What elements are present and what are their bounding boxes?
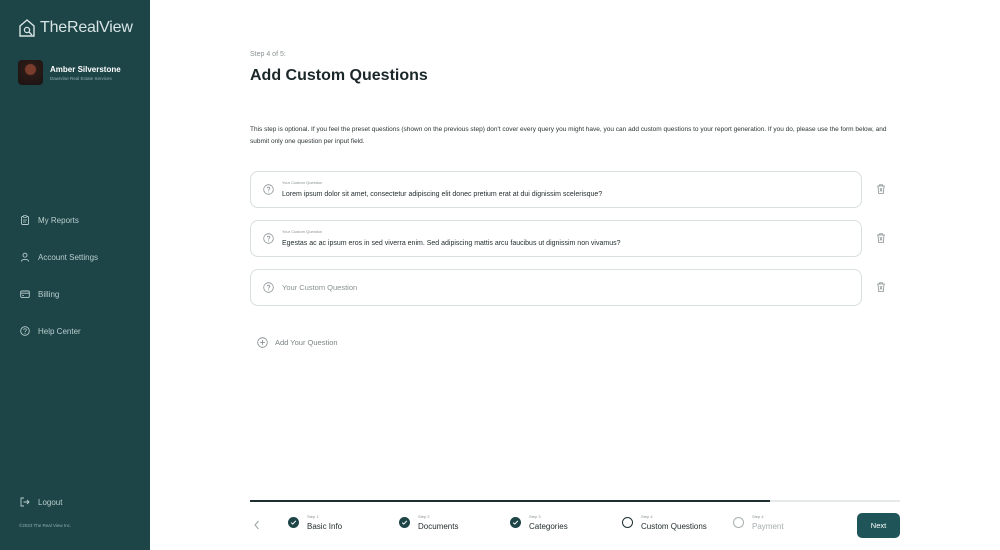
custom-question-row: Your Custom Question Egestas ac ac ipsum… [250, 220, 900, 257]
trash-icon[interactable] [875, 232, 887, 244]
step-name: Documents [418, 522, 459, 531]
logout-label: Logout [38, 497, 63, 507]
step-name: Categories [529, 522, 568, 531]
check-circle-icon [510, 517, 521, 528]
empty-circle-icon [733, 517, 744, 528]
custom-question-row: Your Custom Question [250, 269, 900, 306]
custom-question-row: Your Custom Question Lorem ipsum dolor s… [250, 171, 900, 208]
custom-question-field[interactable]: Your Custom Question Lorem ipsum dolor s… [250, 171, 862, 208]
main-content: Step 4 of 5: Add Custom Questions This s… [250, 0, 900, 550]
trash-icon[interactable] [875, 281, 887, 293]
chevron-left-icon[interactable] [252, 519, 262, 531]
sidebar-item-label: Help Center [38, 326, 81, 336]
step-name: Basic Info [307, 522, 343, 531]
sidebar-item-label: Billing [38, 289, 60, 299]
plus-circle-icon [257, 337, 268, 348]
page-title: Add Custom Questions [250, 67, 428, 84]
custom-question-field[interactable]: Your Custom Question [250, 269, 862, 306]
check-circle-icon [288, 517, 299, 528]
logo-text: TheRealView [40, 19, 133, 36]
check-circle-icon [399, 517, 410, 528]
progress-fill [250, 500, 770, 502]
avatar [18, 60, 43, 85]
add-question-label: Add Your Question [275, 338, 338, 347]
profile-name: Amber Silverstone [50, 64, 121, 74]
field-value[interactable]: Lorem ipsum dolor sit amet, consectetur … [282, 191, 602, 198]
field-value[interactable]: Egestas ac ac ipsum eros in sed viverra … [282, 240, 621, 247]
stepper-step-categories[interactable]: Step 3 Categories [510, 514, 568, 531]
question-circle-icon [263, 282, 274, 293]
sidebar-nav: My Reports Account Settings Billing Help… [20, 211, 98, 359]
sidebar-item-billing[interactable]: Billing [20, 285, 98, 303]
step-indicator: Step 4 of 5: [250, 51, 286, 58]
logo[interactable]: TheRealView [18, 18, 133, 38]
progress-bar [250, 500, 900, 502]
question-circle-icon [263, 233, 274, 244]
stepper-step-basic-info[interactable]: Step 1 Basic Info [288, 514, 342, 531]
sidebar-item-label: Account Settings [38, 252, 99, 262]
house-logo-icon [19, 19, 35, 37]
sidebar: TheRealView Amber Silverstone Dawnrise R… [0, 0, 150, 550]
step-number: Step 1 [307, 514, 319, 519]
add-question-button[interactable]: Add Your Question [257, 337, 338, 348]
step-number: Step 4 [641, 514, 653, 519]
current-step-circle-icon [622, 517, 633, 528]
stepper-step-payment[interactable]: Step 4 Payment [733, 514, 784, 531]
copyright: ©2023 The Real View Inc. [19, 523, 72, 528]
help-icon [20, 326, 30, 336]
step-name: Custom Questions [641, 522, 707, 531]
user-profile[interactable]: Amber Silverstone Dawnrise Real Estate S… [18, 60, 121, 85]
card-icon [20, 290, 30, 298]
next-button[interactable]: Next [857, 513, 900, 538]
profile-company: Dawnrise Real Estate Services [50, 75, 112, 81]
user-icon [20, 252, 30, 262]
intro-text: This step is optional. If you feel the p… [250, 126, 887, 145]
sidebar-item-account-settings[interactable]: Account Settings [20, 248, 98, 266]
sidebar-item-label: My Reports [38, 215, 79, 225]
stepper-step-custom-questions[interactable]: Step 4 Custom Questions [622, 514, 707, 531]
stepper-step-documents[interactable]: Step 2 Documents [399, 514, 458, 531]
trash-icon[interactable] [875, 183, 887, 195]
logout-icon [20, 497, 30, 507]
logout-button[interactable]: Logout [20, 497, 62, 507]
field-placeholder[interactable]: Your Custom Question [282, 283, 357, 292]
field-caption: Your Custom Question [282, 229, 323, 234]
clipboard-icon [21, 215, 29, 225]
sidebar-item-help-center[interactable]: Help Center [20, 322, 98, 340]
sidebar-item-my-reports[interactable]: My Reports [20, 211, 98, 229]
field-caption: Your Custom Question [282, 180, 323, 185]
step-name: Payment [752, 522, 784, 531]
step-number: Step 3 [529, 514, 541, 519]
step-number: Step 4 [752, 514, 764, 519]
question-circle-icon [263, 184, 274, 195]
custom-question-field[interactable]: Your Custom Question Egestas ac ac ipsum… [250, 220, 862, 257]
step-number: Step 2 [418, 514, 430, 519]
